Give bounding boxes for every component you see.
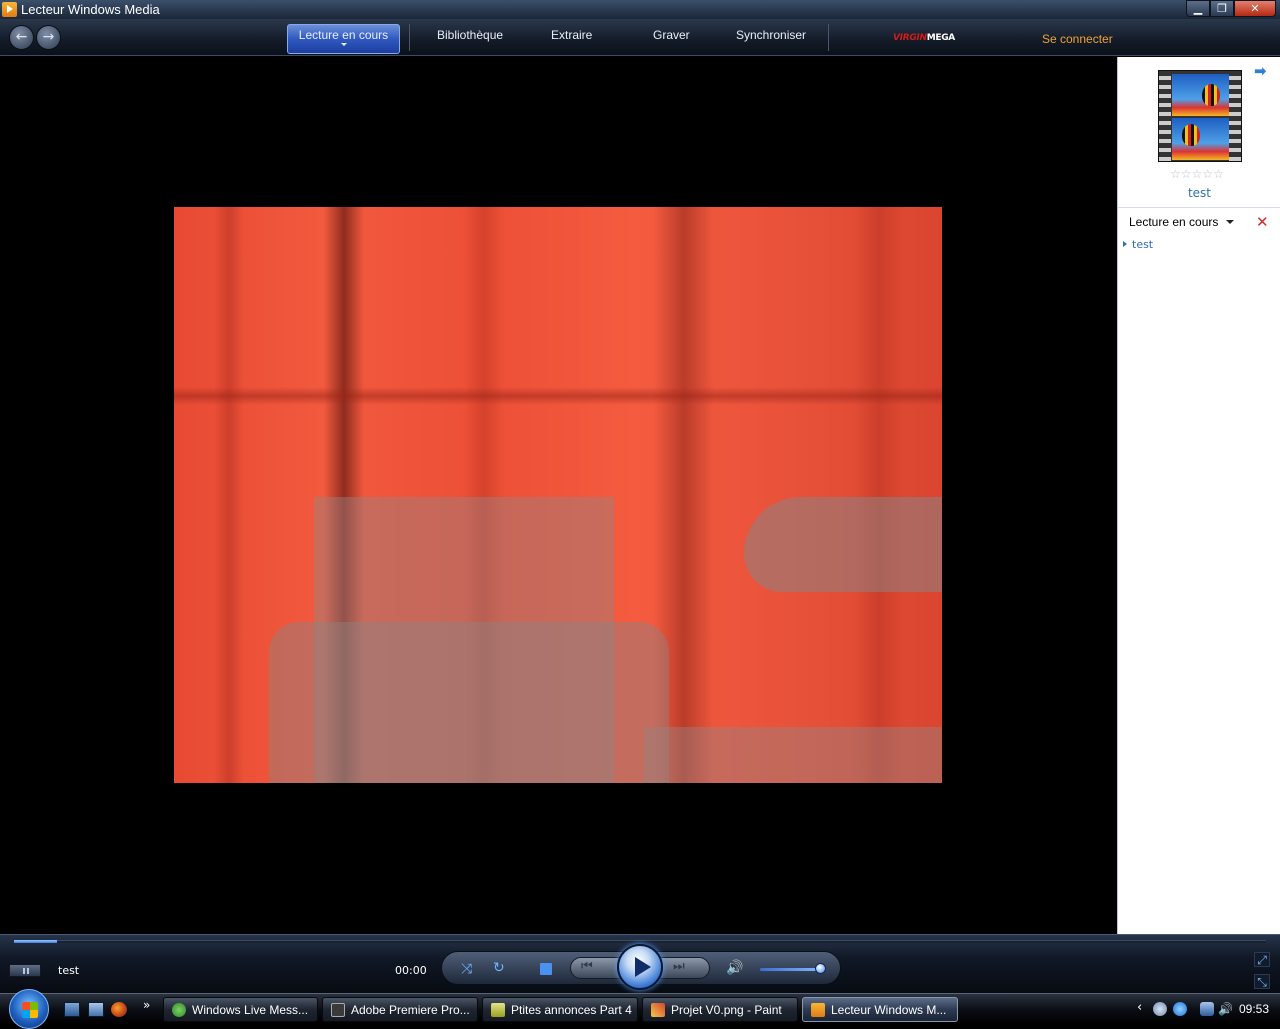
volume-slider-handle[interactable] bbox=[815, 963, 826, 974]
taskbar-button-paint[interactable]: Projet V0.png - Paint bbox=[642, 997, 798, 1022]
divider bbox=[409, 24, 410, 51]
taskbar: » Windows Live Mess... Adobe Premiere Pr… bbox=[0, 989, 1280, 1029]
video-display[interactable] bbox=[0, 57, 1117, 934]
media-player-icon bbox=[2, 2, 17, 17]
logo-part: MEGA bbox=[926, 33, 956, 43]
media-player-icon bbox=[811, 1003, 825, 1017]
window-bar-shadow bbox=[174, 387, 942, 405]
rating-stars[interactable]: ☆☆☆☆☆ bbox=[1170, 167, 1224, 181]
thumbnail-image bbox=[1172, 74, 1229, 116]
switch-windows-icon[interactable] bbox=[88, 1002, 104, 1017]
windows-logo-icon bbox=[22, 1002, 38, 1018]
volume-icon[interactable]: 🔊 bbox=[1218, 1002, 1233, 1016]
forward-button[interactable]: → bbox=[36, 25, 61, 50]
grey-overlay bbox=[644, 727, 942, 783]
taskbar-button-label: Ptites annonces Part 4 bbox=[511, 1003, 632, 1017]
tab-library[interactable]: Bibliothèque bbox=[437, 28, 503, 42]
stop-button[interactable] bbox=[540, 963, 552, 975]
now-playing-indicator-icon bbox=[1123, 241, 1127, 247]
taskbar-button-premiere[interactable]: Adobe Premiere Pro... bbox=[322, 997, 478, 1022]
start-button[interactable] bbox=[9, 989, 49, 1029]
full-screen-button[interactable]: ⤢ bbox=[1254, 952, 1270, 967]
back-button[interactable]: ← bbox=[9, 25, 34, 50]
firefox-icon[interactable] bbox=[111, 1002, 127, 1017]
film-strip-icon bbox=[1159, 71, 1171, 161]
balloon-icon bbox=[1182, 124, 1200, 146]
mute-button[interactable]: 🔊 bbox=[726, 960, 743, 976]
seek-bar[interactable] bbox=[14, 940, 1266, 943]
taskbar-button-label: Lecteur Windows M... bbox=[831, 1003, 947, 1017]
shuffle-button[interactable]: ⤨ bbox=[461, 961, 472, 977]
user-icon[interactable] bbox=[1153, 1002, 1167, 1016]
tab-burn[interactable]: Graver bbox=[653, 28, 690, 42]
tab-sync[interactable]: Synchroniser bbox=[736, 28, 806, 42]
video-thumbnail[interactable] bbox=[1158, 70, 1242, 162]
window-title: Lecteur Windows Media bbox=[21, 2, 160, 17]
taskbar-button-folder[interactable]: Ptites annonces Part 4 bbox=[482, 997, 638, 1022]
film-strip-icon bbox=[1229, 71, 1241, 161]
show-hidden-icons-button[interactable]: ‹ bbox=[1137, 1000, 1142, 1015]
next-button[interactable]: ⏭ bbox=[673, 959, 685, 974]
arrow-right-icon[interactable]: ➡ bbox=[1254, 62, 1267, 80]
divider bbox=[1118, 207, 1280, 208]
now-playing-title: test bbox=[58, 964, 80, 977]
messenger-tray-icon[interactable] bbox=[1173, 1002, 1187, 1016]
tab-rip[interactable]: Extraire bbox=[551, 28, 592, 42]
repeat-button[interactable]: ↻ bbox=[493, 960, 505, 976]
elapsed-time[interactable]: 00:00 bbox=[395, 964, 427, 977]
logo-part: VIRGIN bbox=[893, 33, 927, 43]
balloon-icon bbox=[1202, 84, 1220, 106]
title-bar: Lecteur Windows Media ▁ ❐ ✕ bbox=[0, 0, 1280, 19]
previous-button[interactable]: ⏮ bbox=[581, 959, 593, 974]
tab-label: Lecture en cours bbox=[298, 28, 389, 42]
list-pane: ➡ ☆☆☆☆☆ test Lecture en cours ✕ test bbox=[1117, 57, 1280, 934]
clock[interactable]: 09:53 bbox=[1239, 1002, 1269, 1016]
taskbar-button-label: Windows Live Mess... bbox=[192, 1003, 309, 1017]
clear-list-icon[interactable]: ✕ bbox=[1256, 213, 1269, 231]
media-title[interactable]: test bbox=[1118, 186, 1280, 200]
taskbar-button-label: Projet V0.png - Paint bbox=[671, 1003, 782, 1017]
divider bbox=[828, 24, 829, 51]
chevron-down-icon[interactable] bbox=[1226, 220, 1234, 224]
taskbar-button-messenger[interactable]: Windows Live Mess... bbox=[163, 997, 318, 1022]
thumbnail-image bbox=[1172, 118, 1229, 160]
curtain-fold bbox=[214, 207, 244, 783]
pause-status-icon bbox=[9, 964, 41, 977]
quick-launch-more[interactable]: » bbox=[143, 998, 150, 1012]
switch-to-compact-mode-button[interactable]: ⤡ bbox=[1254, 974, 1270, 989]
chevron-down-icon[interactable] bbox=[340, 43, 347, 46]
sign-in-link[interactable]: Se connecter bbox=[1042, 32, 1113, 46]
grey-overlay bbox=[269, 622, 669, 783]
playlist-title[interactable]: Lecture en cours bbox=[1129, 215, 1218, 229]
premiere-icon bbox=[331, 1003, 345, 1017]
grey-overlay bbox=[744, 497, 942, 592]
document-icon bbox=[491, 1003, 505, 1017]
seek-progress bbox=[14, 940, 57, 943]
tab-now-playing[interactable]: Lecture en cours bbox=[287, 24, 400, 54]
window-controls: ▁ ❐ ✕ bbox=[1186, 0, 1276, 17]
taskbar-button-media-player[interactable]: Lecteur Windows M... bbox=[802, 997, 958, 1022]
curtain-fold bbox=[854, 207, 904, 783]
navigation-toolbar: ← → Lecture en cours Bibliothèque Extrai… bbox=[0, 19, 1280, 56]
video-frame[interactable] bbox=[174, 207, 942, 783]
show-desktop-icon[interactable] bbox=[64, 1002, 80, 1017]
list-item-label: test bbox=[1132, 238, 1154, 251]
network-icon[interactable] bbox=[1200, 1002, 1214, 1016]
list-item[interactable]: test bbox=[1123, 238, 1153, 251]
paint-icon bbox=[651, 1003, 665, 1017]
minimize-button[interactable]: ▁ bbox=[1186, 0, 1210, 17]
messenger-icon bbox=[172, 1003, 186, 1017]
virgin-mega-logo[interactable]: VIRGINMEGA bbox=[893, 33, 955, 43]
play-button[interactable] bbox=[617, 944, 663, 990]
taskbar-button-label: Adobe Premiere Pro... bbox=[351, 1003, 470, 1017]
maximize-button[interactable]: ❐ bbox=[1210, 0, 1234, 17]
close-button[interactable]: ✕ bbox=[1234, 0, 1276, 17]
